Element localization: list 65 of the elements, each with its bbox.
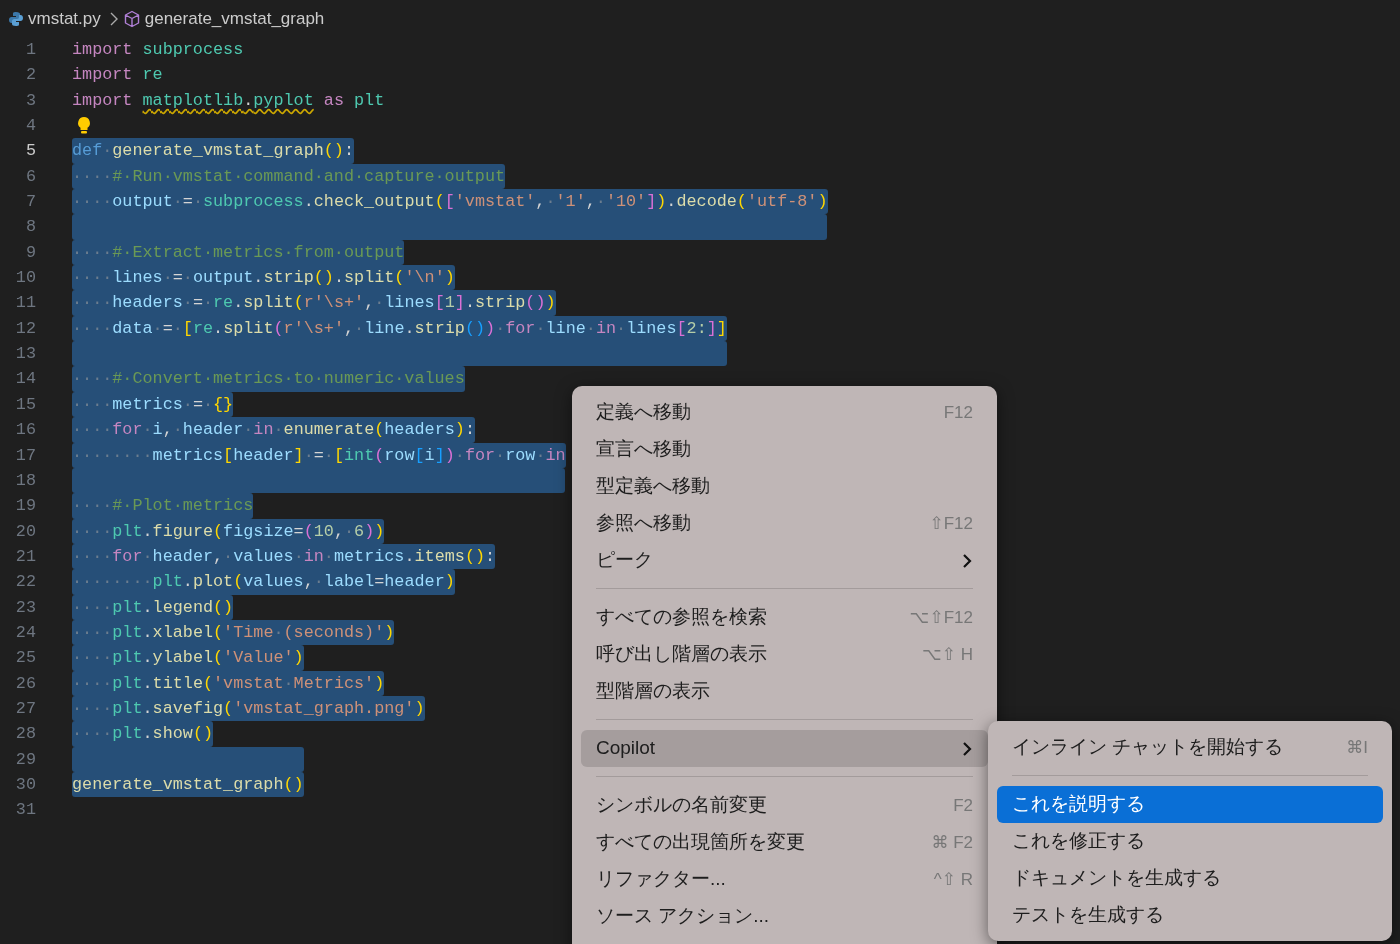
line-number: 22 [14,571,36,594]
shortcut-label: F12 [943,401,973,424]
line-number: 18 [14,469,36,492]
menu-item[interactable]: 参照へ移動 ⇧F12 [581,505,988,542]
chevron-icon [108,11,119,26]
line-number: 19 [14,495,36,518]
line-number: 7 [24,191,36,214]
menu-item[interactable]: テストを生成する [997,897,1383,934]
menu-item[interactable]: 呼び出し階層の表示 ⌥⇧ H [581,636,988,673]
line-number: 10 [14,267,36,290]
line-number: 3 [24,89,36,112]
line-number: 12 [14,317,36,340]
menu-item[interactable]: すべての参照を検索 ⌥⇧F12 [581,599,988,636]
shortcut-label: F2 [953,794,973,817]
shortcut-label: ⌥⇧F12 [909,606,973,629]
line-number: 15 [14,393,36,416]
line-number: 2 [24,64,36,87]
line-number: 14 [14,368,36,391]
menu-item[interactable]: 型階層の表示 [581,673,988,710]
code-line: import re [72,64,163,87]
menu-item[interactable]: ドキュメントを生成する [997,860,1383,897]
line-number: 8 [24,216,36,239]
code-line: import matplotlib.pyplot as plt [72,89,385,112]
line-number: 27 [14,697,36,720]
breadcrumb-item[interactable]: vmstat.py [28,5,101,32]
python-file-icon [8,10,24,27]
menu-item[interactable]: 宣言へ移動 [581,431,988,468]
menu-item[interactable]: 定義へ移動 F12 [581,394,988,431]
shortcut-label: ⌥⇧ H [922,643,973,666]
shortcut-label: ⌘I [1346,736,1368,759]
line-number: 23 [14,596,36,619]
shortcut-label: ⇧F12 [929,512,973,535]
line-number: 6 [24,165,36,188]
breadcrumb-item[interactable]: generate_vmstat_graph [144,5,325,32]
line-number: 25 [14,647,36,670]
shortcut-label: ^⇧ R [933,868,973,891]
line-number: 21 [14,545,36,568]
menu-item[interactable]: 型定義へ移動 [581,468,988,505]
line-number: 28 [14,723,36,746]
line-number: 31 [14,799,36,822]
line-number: 29 [14,748,36,771]
shortcut-label: ⌘ F2 [931,831,973,854]
line-number: 17 [14,444,36,467]
line-number: 4 [24,115,36,138]
line-number: 16 [14,419,36,442]
line-number: 26 [14,672,36,695]
code-line: import subprocess [72,39,244,61]
cube-icon [122,9,141,28]
menu-item[interactable]: リファクター... ^⇧ R [581,861,988,898]
menu-item[interactable]: ソース アクション... [581,898,988,935]
line-number: 24 [14,621,36,644]
menu-item[interactable]: インライン チャットを開始する ⌘I [997,729,1383,766]
line-number: 9 [24,241,36,264]
line-number: 1 [24,39,36,61]
menu-item[interactable]: シンボルの名前変更 F2 [581,787,988,824]
menu-item[interactable]: すべての出現箇所を変更 ⌘ F2 [581,824,988,861]
line-number: 11 [14,292,36,315]
menu-item[interactable]: Copilot [581,730,988,767]
line-number: 5 [24,140,36,163]
line-number: 20 [14,520,36,543]
line-number: 30 [14,773,36,796]
line-number: 13 [14,343,36,366]
menu-item[interactable]: これを説明する [997,786,1383,823]
menu-item[interactable]: これを修正する [997,823,1383,860]
menu-item[interactable]: ピーク [581,542,988,579]
